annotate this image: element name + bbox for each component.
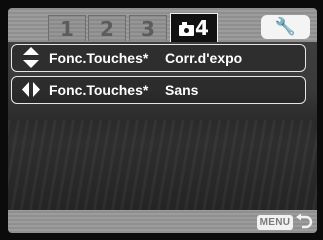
- tab-4-label: 4: [195, 16, 209, 40]
- up-down-arrows-icon: [23, 47, 39, 68]
- tab-3[interactable]: 3: [129, 15, 167, 41]
- return-arrow-icon[interactable]: [295, 213, 313, 231]
- bottom-bar: MENU: [8, 210, 317, 233]
- tab-bar: 1 2 3 4 🔧: [8, 8, 317, 42]
- setup-tab[interactable]: 🔧: [261, 15, 310, 39]
- left-right-arrows-icon: [22, 82, 40, 97]
- row-value: Corr.d'expo: [165, 50, 243, 66]
- row-value: Sans: [165, 82, 199, 98]
- row-label: Fonc.Touches*: [49, 82, 149, 98]
- tab-4[interactable]: 4: [170, 13, 218, 42]
- menu-button[interactable]: MENU: [257, 215, 293, 230]
- menu-row-up-down-key-function[interactable]: Fonc.Touches* Corr.d'expo: [11, 44, 306, 72]
- wrench-icon: 🔧: [274, 17, 297, 37]
- row-label: Fonc.Touches*: [49, 50, 149, 66]
- tab-2[interactable]: 2: [88, 15, 126, 41]
- lcd-display: 1 2 3 4 🔧 Fonc.Touches* Corr.d'expo Fonc…: [8, 8, 317, 233]
- menu-row-left-right-key-function[interactable]: Fonc.Touches* Sans: [11, 76, 306, 104]
- camera-screen: 1 2 3 4 🔧 Fonc.Touches* Corr.d'expo Fonc…: [0, 0, 323, 240]
- camera-icon: [179, 22, 195, 36]
- tab-1[interactable]: 1: [48, 15, 86, 41]
